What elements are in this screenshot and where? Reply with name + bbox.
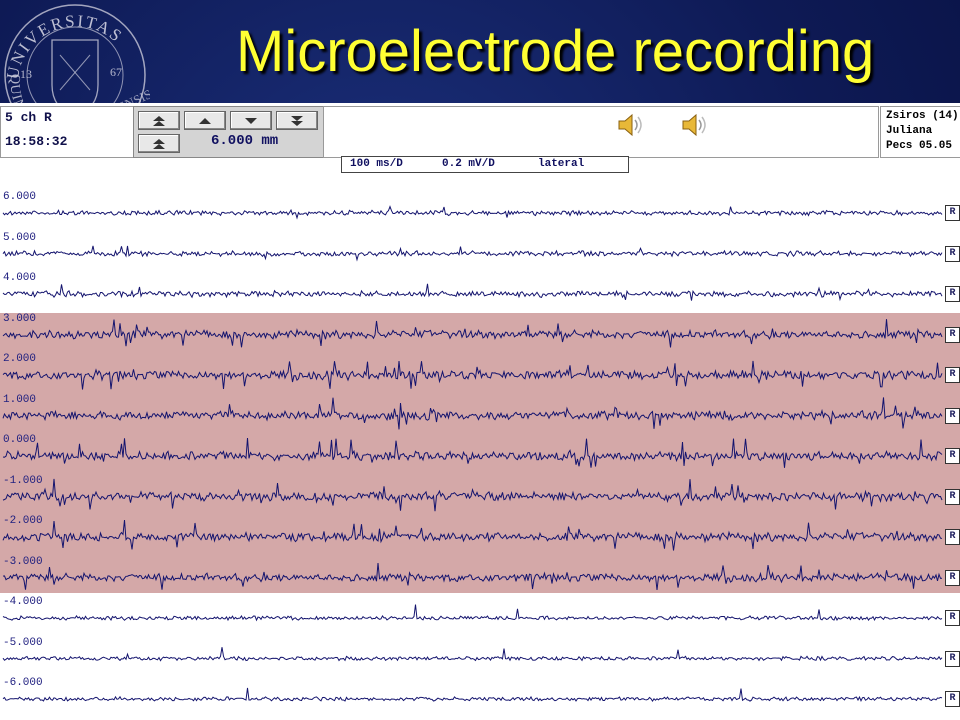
channel-reference-button[interactable]: R	[945, 286, 960, 302]
channel-reference-button[interactable]: R	[945, 326, 960, 343]
channel-trace	[2, 437, 943, 468]
channel-depth-label: 0.000	[3, 434, 37, 446]
channel-reference-button[interactable]: R	[945, 245, 960, 262]
svg-text:13: 13	[20, 67, 32, 81]
channel-depth-label: 6.000	[3, 191, 37, 203]
channel-reference-button[interactable]: R	[945, 529, 960, 545]
channel-depth-label: -1.000	[3, 474, 43, 487]
channel-trace	[2, 283, 943, 302]
channel-trace	[2, 647, 943, 662]
channel-reference-button[interactable]: R	[945, 205, 960, 221]
channel-reference-button[interactable]: R	[945, 488, 960, 505]
channel-reference-button[interactable]: R	[945, 650, 960, 667]
slide-title: Microelectrode recording	[236, 19, 875, 84]
channel-reference-button[interactable]: R	[945, 691, 960, 707]
channel-reference-button[interactable]: R	[945, 448, 960, 464]
channel-depth-label: -4.000	[3, 596, 43, 608]
svg-text:67: 67	[110, 65, 122, 79]
channel-trace	[2, 563, 943, 591]
channel-depth-label: 3.000	[3, 312, 37, 325]
channel-reference-button[interactable]: R	[945, 610, 960, 626]
channel-reference-button[interactable]: R	[945, 569, 960, 586]
channel-trace	[2, 360, 943, 390]
channel-depth-label: -5.000	[3, 636, 43, 649]
channel-trace	[2, 604, 943, 622]
channel-depth-label: 2.000	[3, 353, 37, 365]
channel-trace	[2, 687, 943, 703]
channel-reference-button[interactable]: R	[945, 367, 960, 383]
channel-trace	[2, 519, 943, 551]
channel-trace	[2, 245, 943, 262]
channel-depth-label: 5.000	[3, 231, 37, 244]
channel-trace	[2, 205, 943, 220]
channel-reference-button[interactable]: R	[945, 407, 960, 424]
channel-trace	[2, 397, 943, 430]
channel-depth-label: -2.000	[3, 515, 43, 527]
channel-trace	[2, 478, 943, 512]
trace-canvas	[2, 205, 943, 703]
channel-depth-label: -6.000	[3, 677, 43, 689]
recorder-screen: 5 ch R 18:58:32 6.000 mm Zsiros (14) Jul…	[0, 103, 960, 720]
channel-depth-label: -3.000	[3, 555, 43, 568]
channel-depth-label: 4.000	[3, 272, 37, 284]
channel-depth-label: 1.000	[3, 393, 37, 406]
channel-trace	[2, 319, 943, 348]
